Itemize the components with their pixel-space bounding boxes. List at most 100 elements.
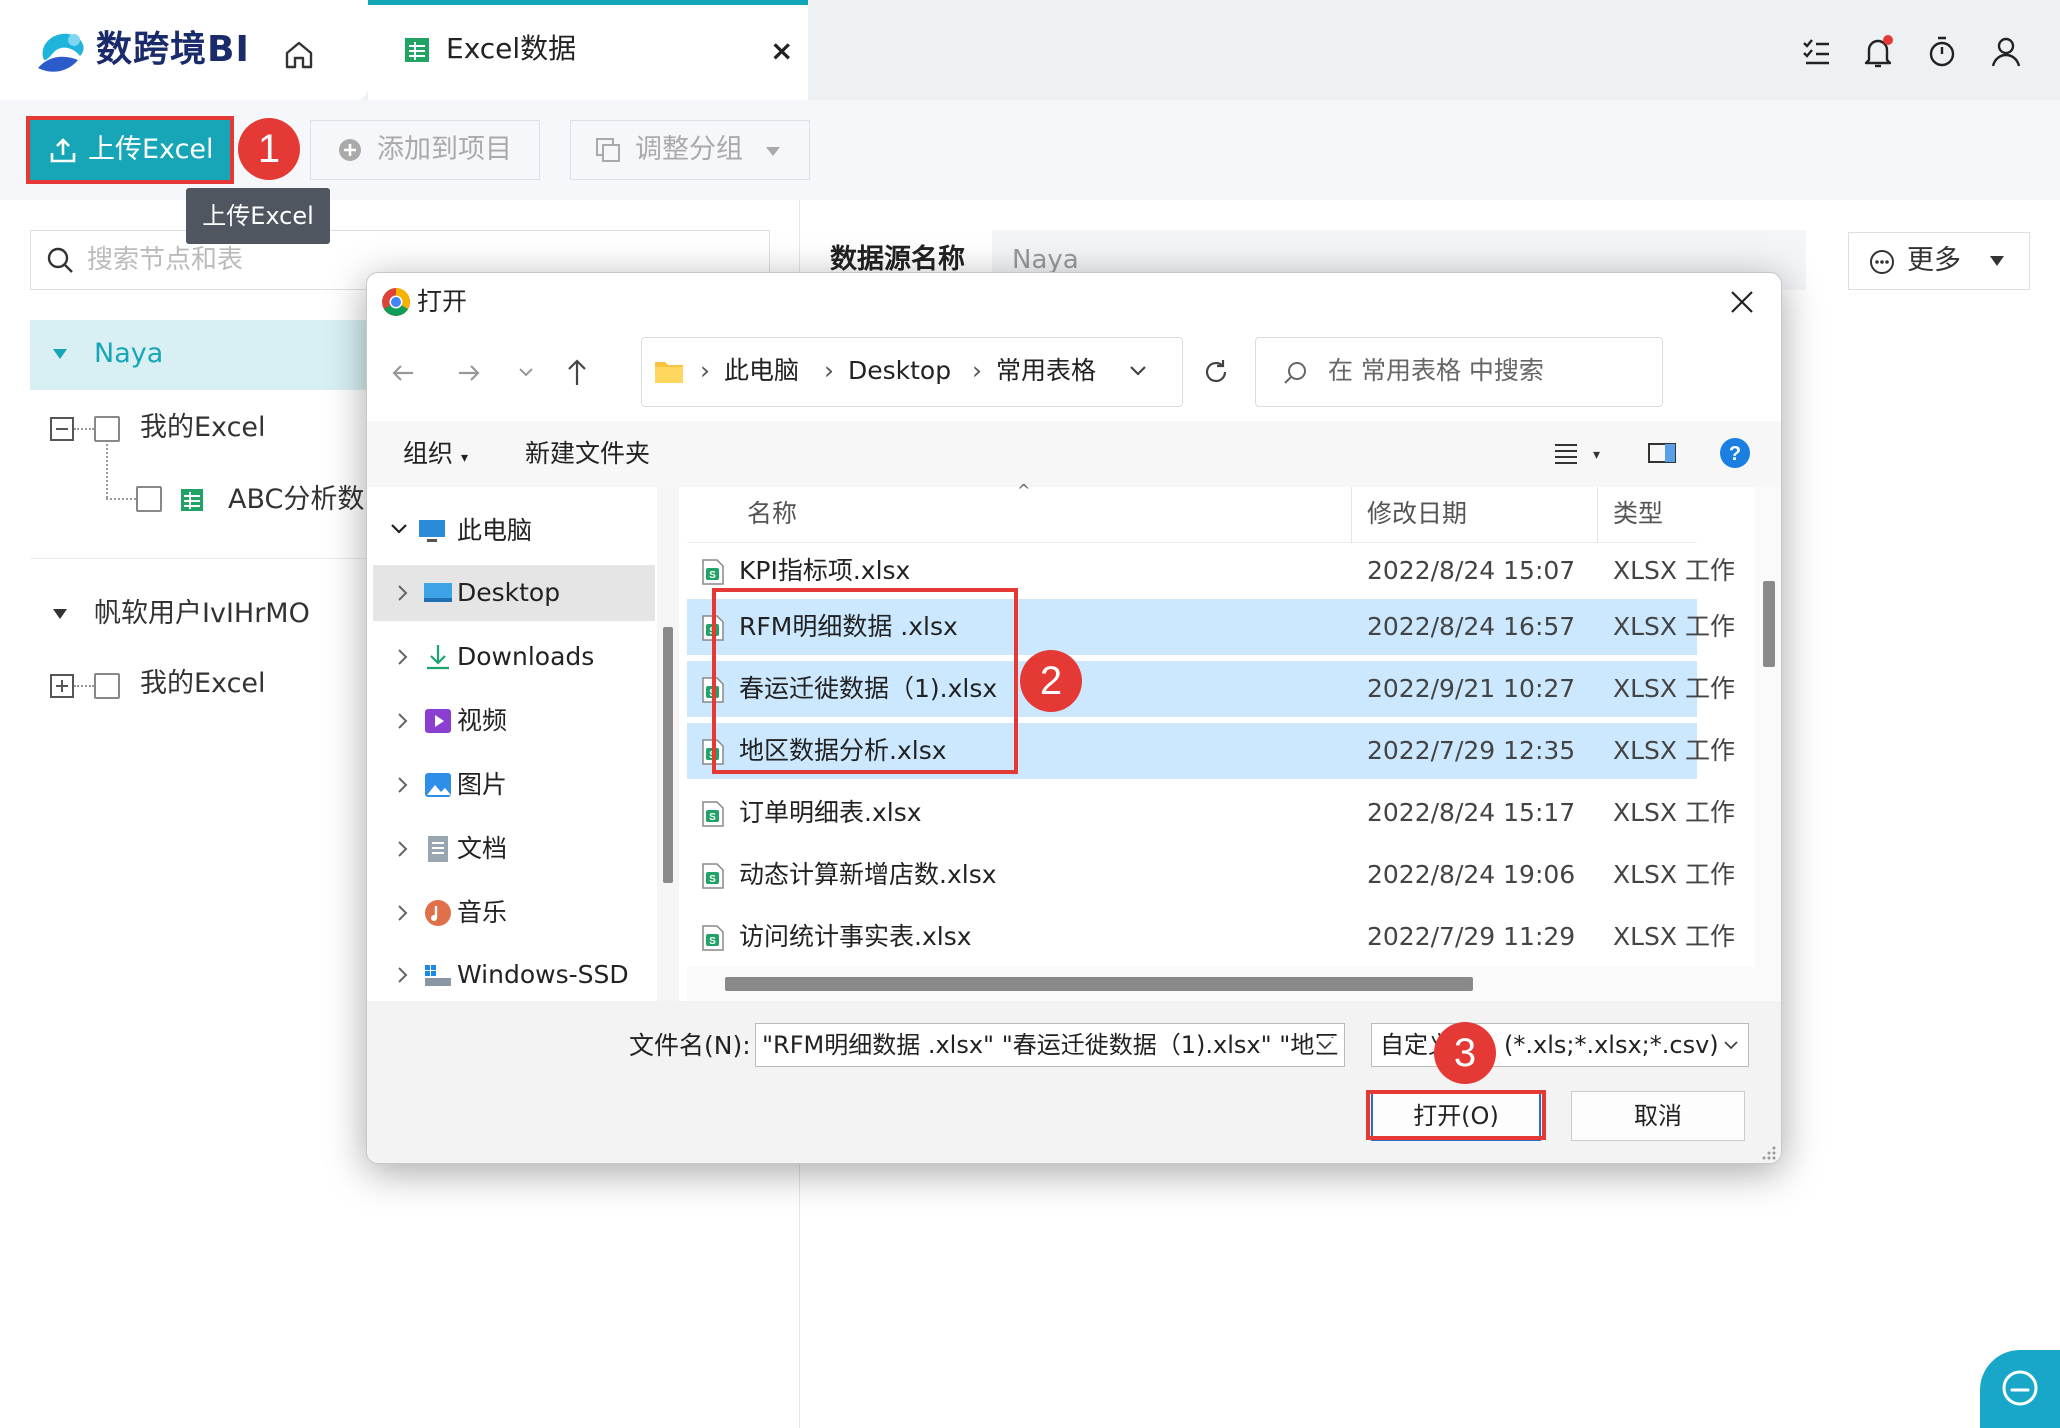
chrome-browser-icon xyxy=(381,287,411,317)
column-date[interactable]: 修改日期 xyxy=(1367,497,1467,531)
scroll-thumb[interactable] xyxy=(1763,581,1775,667)
address-bar[interactable]: › 此电脑 › Desktop › 常用表格 xyxy=(641,337,1183,407)
checkbox[interactable] xyxy=(94,416,120,442)
file-row[interactable]: S 动态计算新增店数.xlsx 2022/8/24 19:06 XLSX 工作 xyxy=(687,847,1735,903)
search-placeholder: 在 常用表格 中搜索 xyxy=(1328,356,1544,385)
up-arrow-icon[interactable] xyxy=(563,357,591,387)
nav-item-documents[interactable]: 文档 xyxy=(373,821,643,877)
file-row[interactable]: S 订单明细表.xlsx 2022/8/24 15:17 XLSX 工作 xyxy=(687,785,1735,841)
step-marker-1: 1 xyxy=(238,118,300,180)
notification-bell-icon[interactable] xyxy=(1858,32,1898,72)
forward-arrow-icon[interactable] xyxy=(455,359,483,387)
filename-input[interactable]: "RFM明细数据 .xlsx" "春运迁徙数据（1).xlsx" "地区 xyxy=(755,1023,1345,1067)
refresh-icon[interactable] xyxy=(1201,357,1231,387)
file-row[interactable]: S 访问统计事实表.xlsx 2022/7/29 11:29 XLSX 工作 xyxy=(687,909,1735,965)
excel-file-icon: S xyxy=(701,863,725,889)
nav-item-this-pc[interactable]: 此电脑 xyxy=(373,503,643,559)
nav-item-pictures[interactable]: 图片 xyxy=(373,757,643,813)
add-to-project-button[interactable]: 添加到项目 xyxy=(310,120,540,180)
svg-text:S: S xyxy=(709,874,716,885)
file-type: XLSX 工作 xyxy=(1613,922,1735,951)
chevron-right-icon xyxy=(395,581,411,605)
recent-locations-chevron-icon[interactable] xyxy=(517,365,535,379)
file-date: 2022/7/29 12:35 xyxy=(1367,736,1576,765)
file-type-filter-select[interactable]: 自定义 (*.xls;*.xlsx;*.csv) xyxy=(1371,1023,1749,1067)
upload-tooltip: 上传Excel xyxy=(186,188,330,244)
more-label: 更多 xyxy=(1907,245,1961,276)
pictures-icon xyxy=(423,771,453,799)
nav-item-music[interactable]: 音乐 xyxy=(373,885,643,941)
customer-support-button[interactable] xyxy=(1980,1350,2060,1428)
caret-down-icon xyxy=(765,145,781,157)
breadcrumb-desktop[interactable]: Desktop xyxy=(848,354,951,388)
tab-close-button[interactable]: × xyxy=(770,31,793,71)
new-folder-button[interactable]: 新建文件夹 xyxy=(525,437,650,471)
nav-item-videos[interactable]: 视频 xyxy=(373,693,643,749)
expand-arrow-icon xyxy=(52,348,68,360)
nav-label: Downloads xyxy=(457,642,595,671)
breadcrumb-this-pc[interactable]: 此电脑 xyxy=(724,354,799,388)
help-icon[interactable]: ? xyxy=(1719,437,1751,469)
pane-splitter[interactable] xyxy=(679,487,687,1001)
file-date: 2022/8/24 15:07 xyxy=(1367,556,1576,585)
tab-label: Excel数据 xyxy=(446,32,577,65)
tree-item-label: 我的Excel xyxy=(140,412,266,443)
navigation-pane: 此电脑 Desktop Downloads 视频 图片 文档 音乐 Window… xyxy=(367,487,657,1001)
column-name[interactable]: 名称 xyxy=(747,497,797,531)
breadcrumb-folder[interactable]: 常用表格 xyxy=(996,354,1096,388)
tree-connector xyxy=(74,428,94,430)
task-list-icon[interactable] xyxy=(1796,32,1836,72)
scroll-thumb[interactable] xyxy=(725,977,1473,991)
expand-plus-icon[interactable] xyxy=(50,674,74,698)
file-type: XLSX 工作 xyxy=(1613,556,1735,585)
tree-group-label[interactable]: 帆软用户IvIHrMO xyxy=(94,596,310,632)
chat-headset-icon xyxy=(2000,1368,2040,1408)
nav-item-desktop[interactable]: Desktop xyxy=(373,565,655,621)
file-list-horizontal-scrollbar[interactable] xyxy=(687,967,1755,1001)
tree-connector xyxy=(106,498,136,500)
chevron-down-icon[interactable] xyxy=(1316,1038,1334,1052)
breadcrumb-separator: › xyxy=(824,356,834,385)
step-marker-3: 3 xyxy=(1434,1022,1496,1084)
chevron-down-icon[interactable] xyxy=(1128,364,1148,378)
filename-value: "RFM明细数据 .xlsx" "春运迁徙数据（1).xlsx" "地区 xyxy=(762,1031,1339,1059)
music-icon xyxy=(423,899,453,927)
collapse-minus-icon[interactable] xyxy=(50,417,74,441)
home-icon[interactable] xyxy=(282,38,316,72)
checkbox[interactable] xyxy=(94,673,120,699)
checkbox[interactable] xyxy=(136,486,162,512)
highlight-box-files xyxy=(712,588,1018,774)
search-placeholder: 搜索节点和表 xyxy=(87,245,244,275)
file-type: XLSX 工作 xyxy=(1613,612,1735,641)
search-icon xyxy=(1282,360,1308,386)
tree-connector xyxy=(106,444,108,498)
close-icon[interactable] xyxy=(1727,287,1757,317)
tree-item-label[interactable]: ABC分析数 xyxy=(228,482,364,518)
column-divider[interactable] xyxy=(1597,487,1598,543)
svg-text:S: S xyxy=(709,812,716,823)
nav-item-windows-ssd[interactable]: Windows-SSD xyxy=(373,947,643,1003)
nav-scrollbar[interactable] xyxy=(657,487,679,1001)
resize-grip-icon[interactable] xyxy=(1761,1145,1777,1161)
file-name: 订单明细表.xlsx xyxy=(739,798,922,827)
folder-search-input[interactable]: 在 常用表格 中搜索 xyxy=(1255,337,1663,407)
tab-excel-data[interactable]: Excel数据 × xyxy=(368,0,808,100)
back-arrow-icon[interactable] xyxy=(389,359,417,387)
view-options-caret-icon[interactable]: ▾ xyxy=(1593,447,1600,463)
adjust-group-button[interactable]: 调整分组 xyxy=(570,120,810,180)
column-divider[interactable] xyxy=(1351,487,1352,543)
view-list-icon[interactable] xyxy=(1553,441,1579,465)
user-profile-icon[interactable] xyxy=(1986,32,2026,72)
organize-menu[interactable]: 组织 ▾ xyxy=(403,437,468,475)
chevron-down-icon xyxy=(389,521,409,537)
cancel-button[interactable]: 取消 xyxy=(1571,1091,1745,1141)
file-list-vertical-scrollbar[interactable] xyxy=(1755,487,1781,1001)
preview-pane-icon[interactable] xyxy=(1647,441,1677,465)
column-type[interactable]: 类型 xyxy=(1613,497,1663,531)
scroll-thumb[interactable] xyxy=(663,627,673,883)
file-date: 2022/7/29 11:29 xyxy=(1367,922,1576,951)
timer-icon[interactable] xyxy=(1922,32,1962,72)
expand-arrow-icon[interactable] xyxy=(52,608,68,620)
nav-item-downloads[interactable]: Downloads xyxy=(373,629,643,685)
more-button[interactable]: 更多 xyxy=(1848,232,2030,290)
